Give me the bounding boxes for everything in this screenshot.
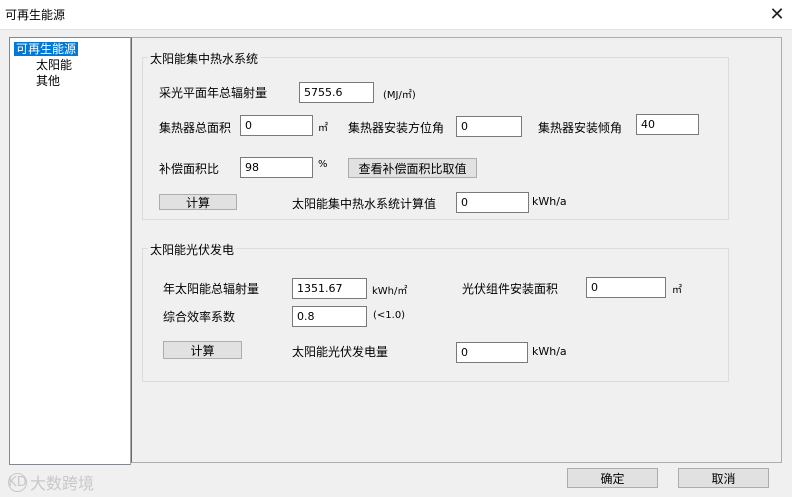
collector-area-label: 集热器总面积 — [159, 121, 232, 135]
tree-item-solar[interactable]: 太阳能 — [34, 58, 74, 72]
title-bar: 可再生能源 ✕ — [0, 0, 792, 30]
efficiency-hint: (<1.0) — [373, 310, 406, 321]
watermark-text: 大数跨境 — [30, 474, 95, 493]
thermal-result-input[interactable] — [456, 192, 529, 213]
watermark-logo-icon: KD — [8, 472, 27, 492]
pv-calc-button[interactable]: 计算 — [163, 341, 242, 359]
azimuth-label: 集热器安装方位角 — [348, 121, 445, 135]
collector-area-unit: ㎡ — [318, 123, 328, 134]
thermal-calc-button[interactable]: 计算 — [159, 194, 237, 210]
annual-radiation-label: 采光平面年总辐射量 — [159, 86, 268, 100]
ok-button[interactable]: 确定 — [567, 468, 658, 488]
close-icon[interactable]: ✕ — [764, 2, 790, 26]
solar-thermal-title: 太阳能集中热水系统 — [148, 50, 261, 67]
module-area-input[interactable] — [586, 277, 666, 298]
efficiency-input[interactable] — [292, 306, 367, 327]
tilt-label: 集热器安装倾角 — [538, 121, 623, 135]
pv-result-input[interactable] — [456, 342, 528, 363]
efficiency-label: 综合效率系数 — [163, 310, 236, 324]
thermal-result-unit: kWh/a — [532, 195, 567, 208]
cancel-button[interactable]: 取消 — [678, 468, 769, 488]
tree-item-renewable[interactable]: 可再生能源 — [14, 42, 79, 56]
annual-radiation-unit: (MJ/㎡) — [383, 90, 416, 101]
thermal-result-label: 太阳能集中热水系统计算值 — [292, 197, 437, 211]
pv-result-unit: kWh/a — [532, 345, 567, 358]
annual-radiation-input[interactable] — [299, 82, 374, 103]
compensation-input[interactable] — [240, 157, 313, 178]
module-area-unit: ㎡ — [672, 285, 682, 296]
compensation-unit: % — [318, 159, 328, 170]
tilt-input[interactable] — [636, 114, 699, 135]
content-panel: 太阳能集中热水系统 采光平面年总辐射量 (MJ/㎡) 集热器总面积 ㎡ 集热器安… — [131, 37, 782, 463]
solar-pv-title: 太阳能光伏发电 — [148, 241, 237, 258]
watermark: KD 大数跨境 — [8, 470, 94, 494]
compensation-label: 补偿面积比 — [159, 162, 220, 176]
view-compensation-button[interactable]: 查看补偿面积比取值 — [348, 158, 477, 178]
pv-result-label: 太阳能光伏发电量 — [292, 345, 389, 359]
module-area-label: 光伏组件安装面积 — [462, 282, 559, 296]
window-title: 可再生能源 — [5, 8, 66, 22]
azimuth-input[interactable] — [456, 116, 522, 137]
pv-radiation-input[interactable] — [292, 278, 367, 299]
pv-radiation-label: 年太阳能总辐射量 — [163, 282, 260, 296]
collector-area-input[interactable] — [240, 115, 313, 136]
tree-item-other[interactable]: 其他 — [34, 74, 62, 88]
pv-radiation-unit: kWh/㎡ — [372, 286, 408, 297]
category-tree[interactable]: 可再生能源 太阳能 其他 — [9, 37, 131, 465]
